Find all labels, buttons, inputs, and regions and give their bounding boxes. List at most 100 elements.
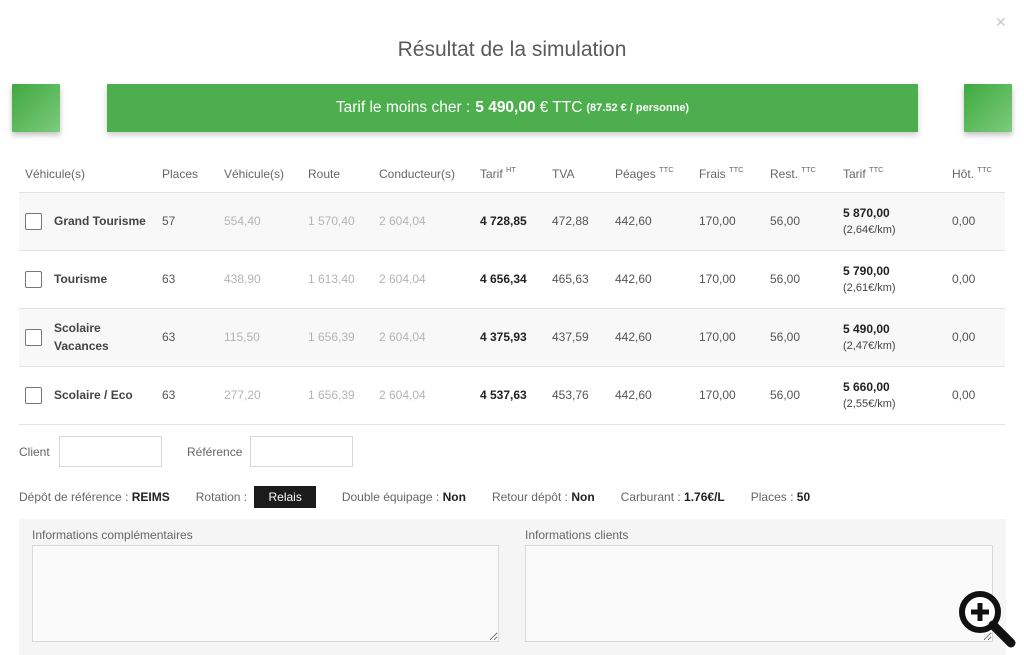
table-row: Scolaire / Eco 63 277,20 1 656,39 2 604,… <box>19 366 1005 425</box>
vehicule-cost-cell: 438,90 <box>218 250 302 309</box>
header-hotel: Hôt. TTC <box>946 156 1005 193</box>
route-cell: 1 656,39 <box>302 308 373 367</box>
per-km-value: (2,47€/km) <box>843 339 896 352</box>
tarif-ht-cell: 4 375,93 <box>474 308 546 367</box>
header-vehicule-cost: Véhicule(s) <box>218 156 302 193</box>
peages-cell: 442,60 <box>609 250 693 309</box>
retour-depot-info: Retour dépôt : Non <box>491 490 595 504</box>
header-route: Route <box>302 156 373 193</box>
peages-cell: 442,60 <box>609 308 693 367</box>
double-equipage-info: Double équipage : Non <box>341 490 466 504</box>
header-frais: Frais TTC <box>693 156 764 193</box>
table-header-row: Véhicule(s) Places Véhicule(s) Route Con… <box>19 156 1005 193</box>
frais-cell: 170,00 <box>693 250 764 309</box>
table-row: Tourisme 63 438,90 1 613,40 2 604,04 4 6… <box>19 250 1005 309</box>
tarif-ttc-cell: 5 660,00 (2,55€/km) <box>837 366 946 425</box>
rotation-relais-badge[interactable]: Relais <box>254 486 316 508</box>
client-input[interactable] <box>59 436 162 467</box>
reference-label: Référence <box>187 445 243 459</box>
complementary-info-textarea[interactable] <box>32 545 499 642</box>
next-button[interactable] <box>964 84 1012 132</box>
previous-button[interactable] <box>12 84 60 132</box>
header-peages: Péages TTC <box>609 156 693 193</box>
hotel-cell: 0,00 <box>946 308 1005 367</box>
tva-cell: 472,88 <box>546 192 609 251</box>
banner-per-person: (87.52 € / personne) <box>586 102 690 114</box>
vehicle-cell: Grand Tourisme <box>19 192 156 251</box>
client-info-textarea[interactable] <box>525 545 993 642</box>
depot-info: Dépôt de référence : REIMS <box>19 490 170 504</box>
tarif-ttc-cell: 5 490,00 (2,47€/km) <box>837 308 946 367</box>
hotel-cell: 0,00 <box>946 192 1005 251</box>
header-places: Places <box>156 156 218 193</box>
tva-cell: 437,59 <box>546 308 609 367</box>
close-icon[interactable]: ✕ <box>995 14 1007 31</box>
banner-currency: € TTC <box>539 99 583 116</box>
vehicule-cost-cell: 277,20 <box>218 366 302 425</box>
vehicle-name: Scolaire Vacances <box>54 321 109 353</box>
tva-cell: 453,76 <box>546 366 609 425</box>
vehicle-cell: Scolaire / Eco <box>19 366 156 425</box>
vehicle-cell: Scolaire Vacances <box>19 308 156 367</box>
tarif-ttc-cell: 5 790,00 (2,61€/km) <box>837 250 946 309</box>
conducteur-cell: 2 604,04 <box>373 366 474 425</box>
simulation-parameters: Dépôt de référence : REIMS Rotation : Re… <box>19 486 1009 508</box>
table-row: Scolaire Vacances 63 115,50 1 656,39 2 6… <box>19 308 1005 367</box>
banner-price: 5 490,00 <box>475 99 536 116</box>
complementary-info-label: Informations complémentaires <box>32 528 193 542</box>
carburant-info: Carburant : 1.76€/L <box>620 490 725 504</box>
results-table: Véhicule(s) Places Véhicule(s) Route Con… <box>19 156 1005 425</box>
tarif-ttc-value: 5 490,00 <box>843 321 890 336</box>
modal-title: Résultat de la simulation <box>397 38 627 61</box>
conducteur-cell: 2 604,04 <box>373 250 474 309</box>
places-cell: 63 <box>156 366 218 425</box>
rest-cell: 56,00 <box>764 192 837 251</box>
header-tarif-ttc: Tarif TTC <box>837 156 946 193</box>
vehicule-cost-cell: 115,50 <box>218 308 302 367</box>
per-km-value: (2,55€/km) <box>843 397 896 410</box>
tva-cell: 465,63 <box>546 250 609 309</box>
vehicle-cell: Tourisme <box>19 250 156 309</box>
route-cell: 1 613,40 <box>302 250 373 309</box>
vehicle-name: Grand Tourisme <box>54 214 146 228</box>
tarif-ht-cell: 4 537,63 <box>474 366 546 425</box>
tarif-ttc-value: 5 660,00 <box>843 379 890 394</box>
conducteur-cell: 2 604,04 <box>373 192 474 251</box>
tarif-ttc-value: 5 790,00 <box>843 263 890 278</box>
route-cell: 1 570,40 <box>302 192 373 251</box>
vehicle-name: Scolaire / Eco <box>54 388 133 402</box>
zoom-in-icon[interactable] <box>955 588 1017 650</box>
rest-cell: 56,00 <box>764 308 837 367</box>
table-row: Grand Tourisme 57 554,40 1 570,40 2 604,… <box>19 192 1005 251</box>
reference-input[interactable] <box>250 436 353 467</box>
cheapest-price-banner: Tarif le moins cher : 5 490,00 € TTC (87… <box>107 84 918 132</box>
banner-prefix: Tarif le moins cher : <box>335 99 471 116</box>
tarif-ht-cell: 4 728,85 <box>474 192 546 251</box>
client-label: Client <box>19 445 50 459</box>
hotel-cell: 0,00 <box>946 366 1005 425</box>
header-rest: Rest. TTC <box>764 156 837 193</box>
header-vehicule-type: Véhicule(s) <box>19 156 156 193</box>
row-checkbox[interactable] <box>25 328 42 346</box>
rotation-info: Rotation : Relais <box>196 486 316 508</box>
per-km-value: (2,61€/km) <box>843 281 896 294</box>
frais-cell: 170,00 <box>693 308 764 367</box>
frais-cell: 170,00 <box>693 192 764 251</box>
client-info-label: Informations clients <box>525 528 629 542</box>
header-tarif-ht: Tarif HT <box>474 156 546 193</box>
frais-cell: 170,00 <box>693 366 764 425</box>
places-cell: 57 <box>156 192 218 251</box>
places-cell: 63 <box>156 250 218 309</box>
per-km-value: (2,64€/km) <box>843 223 896 236</box>
route-cell: 1 656,39 <box>302 366 373 425</box>
tarif-ttc-cell: 5 870,00 (2,64€/km) <box>837 192 946 251</box>
row-checkbox[interactable] <box>25 270 42 288</box>
header-conducteur: Conducteur(s) <box>373 156 474 193</box>
conducteur-cell: 2 604,04 <box>373 308 474 367</box>
rest-cell: 56,00 <box>764 366 837 425</box>
vehicle-name: Tourisme <box>54 272 108 286</box>
peages-cell: 442,60 <box>609 366 693 425</box>
row-checkbox[interactable] <box>25 212 42 230</box>
tarif-ht-cell: 4 656,34 <box>474 250 546 309</box>
row-checkbox[interactable] <box>25 386 42 404</box>
